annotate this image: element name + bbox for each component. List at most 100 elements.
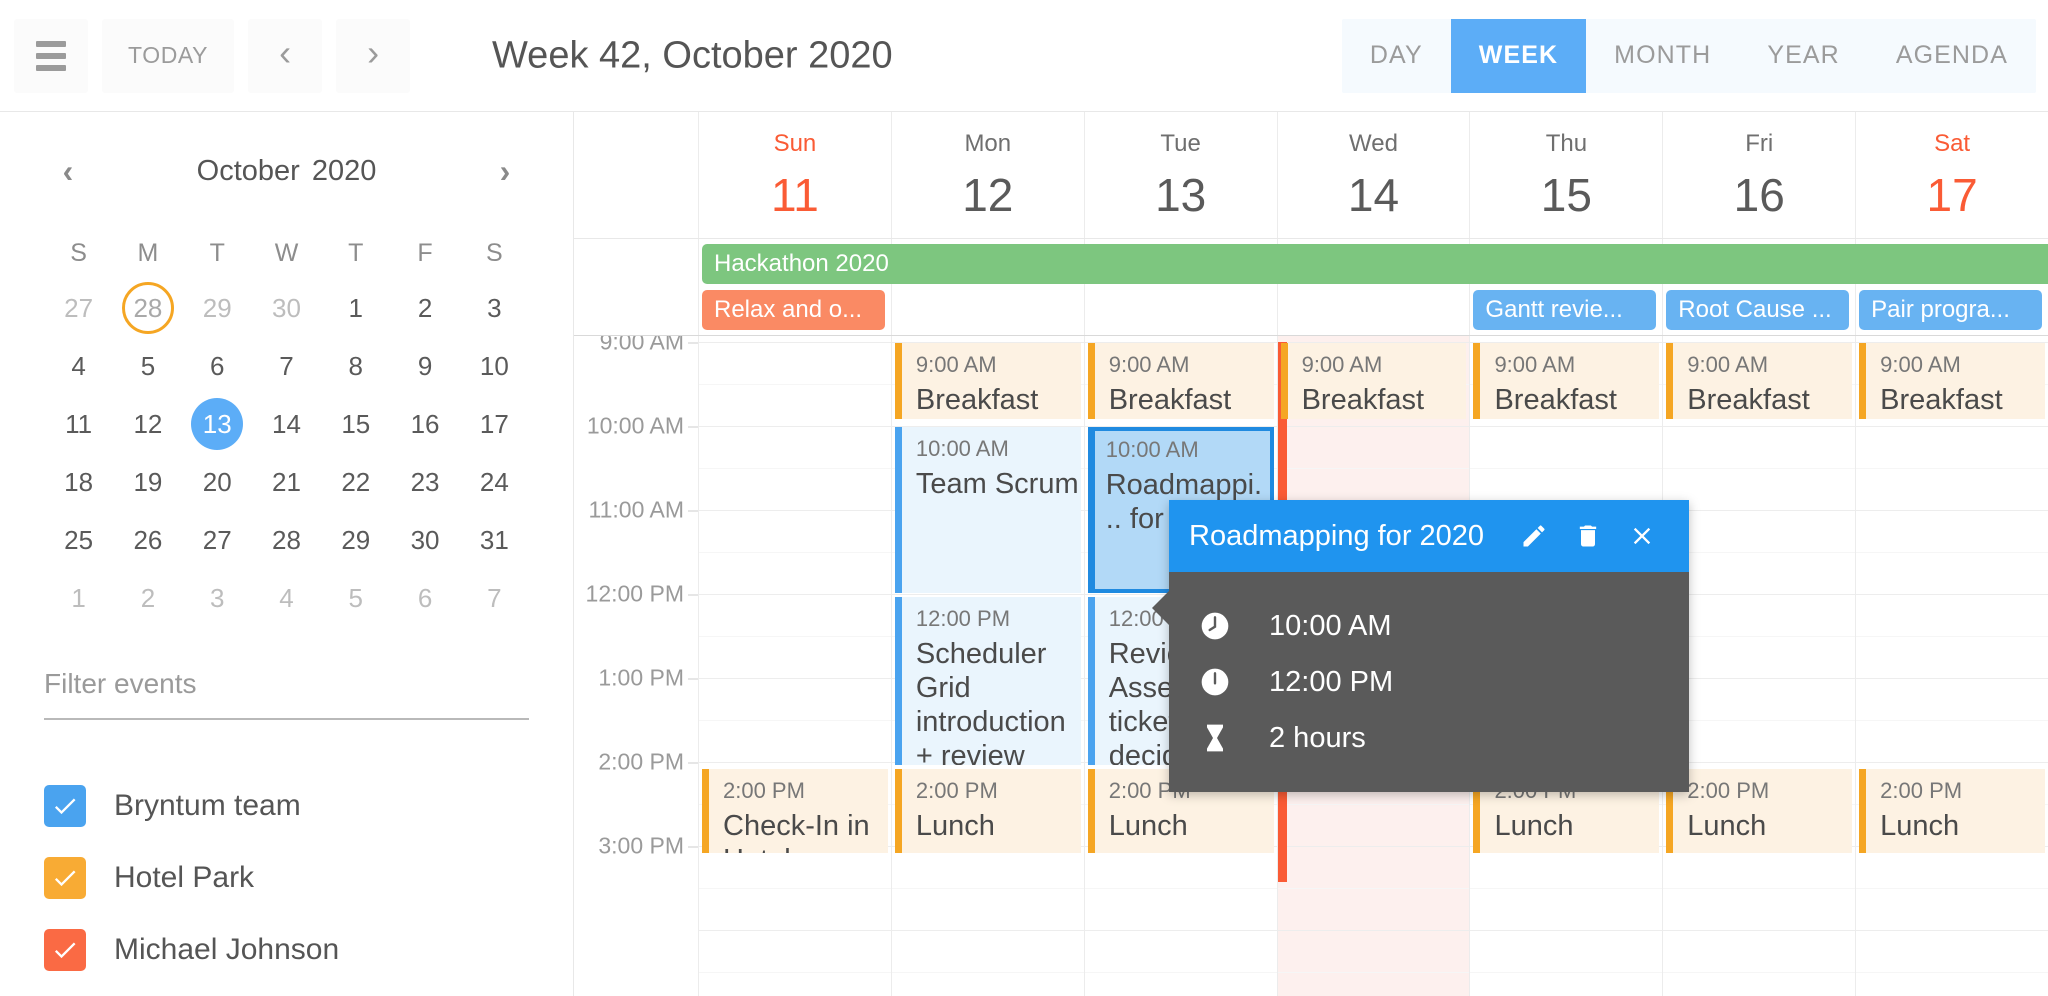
all-day-event[interactable]: Gantt revie... — [1473, 290, 1657, 330]
close-popup-button[interactable] — [1615, 509, 1669, 563]
calendar-event[interactable]: 9:00 AM Breakfast — [894, 343, 1081, 419]
calendar-event[interactable]: 2:00 PM Lunch — [1859, 769, 2046, 853]
calendar-event[interactable]: 9:00 AM Breakfast — [1087, 343, 1274, 419]
calendar-event[interactable]: 9:00 AM Breakfast — [1859, 343, 2046, 419]
mini-calendar-day-number: 26 — [133, 524, 163, 555]
mini-calendar-day[interactable]: 31 — [460, 514, 529, 566]
view-button-day[interactable]: DAY — [1341, 18, 1451, 93]
mini-calendar-day[interactable]: 28 — [113, 282, 182, 334]
calendar-event[interactable]: 9:00 AM Breakfast — [1666, 343, 1853, 419]
day-header-tue[interactable]: Tue 13 — [1083, 112, 1277, 238]
day-column-fri[interactable]: 9:00 AM Breakfast 2:00 PM Lunch — [1662, 336, 1856, 996]
calendar-event[interactable]: 2:00 PM Lunch — [894, 769, 1081, 853]
half-hour-gridline — [1277, 468, 1470, 469]
mini-calendar-day[interactable]: 26 — [113, 514, 182, 566]
prev-period-button[interactable]: ‹ — [248, 18, 323, 93]
calendar-event[interactable]: 12:00 PM Scheduler Grid introduction + re… — [894, 597, 1081, 765]
calendar-event[interactable]: 9:00 AM Breakfast — [1280, 343, 1467, 419]
day-header-wed[interactable]: Wed 14 — [1276, 112, 1470, 238]
filter-item[interactable]: Bryntum team — [44, 770, 529, 842]
mini-calendar-day[interactable]: 22 — [321, 456, 390, 508]
calendar-event[interactable]: 2:00 PM Check-In in Hotel — [702, 769, 888, 853]
mini-calendar-day[interactable]: 7 — [252, 340, 321, 392]
day-header-thu[interactable]: Thu 15 — [1469, 112, 1662, 238]
mini-calendar-day[interactable]: 21 — [252, 456, 321, 508]
mini-calendar-year: 2020 — [311, 154, 377, 187]
mini-calendar-day[interactable]: 12 — [113, 398, 182, 450]
mini-calendar-next-button[interactable]: › — [481, 147, 529, 195]
day-column-mon[interactable]: 9:00 AM Breakfast 10:00 AM Team Scrum 12:00 … — [890, 336, 1084, 996]
mini-calendar-day[interactable]: 2 — [390, 282, 459, 334]
event-popup[interactable]: Roadmapping for 2020 10:00 AM 12:00 PM 2 h… — [1152, 500, 1689, 792]
view-button-year[interactable]: YEAR — [1739, 18, 1868, 93]
mini-calendar-day[interactable]: 29 — [321, 514, 390, 566]
half-hour-gridline — [699, 468, 891, 469]
mini-calendar-day[interactable]: 4 — [252, 572, 321, 624]
mini-calendar-day[interactable]: 27 — [44, 282, 113, 334]
mini-calendar-day[interactable]: 24 — [460, 456, 529, 508]
filter-checkbox[interactable] — [44, 857, 86, 899]
view-button-week[interactable]: WEEK — [1450, 18, 1587, 93]
mini-calendar-day[interactable]: 1 — [321, 282, 390, 334]
day-header-sat[interactable]: Sat 17 — [1855, 112, 2048, 238]
view-button-agenda[interactable]: AGENDA — [1867, 18, 2036, 93]
all-day-event[interactable]: Hackathon 2020 — [702, 244, 2048, 284]
mini-calendar-day[interactable]: 7 — [460, 572, 529, 624]
mini-calendar-day[interactable]: 10 — [460, 340, 529, 392]
mini-calendar-day-number: 2 — [140, 582, 156, 613]
mini-calendar-day[interactable]: 15 — [321, 398, 390, 450]
mini-calendar-day[interactable]: 28 — [252, 514, 321, 566]
all-day-event[interactable]: Pair progra... — [1859, 290, 2042, 330]
filter-item[interactable]: Michael Johnson — [44, 914, 529, 986]
delete-event-button[interactable] — [1561, 509, 1615, 563]
day-header-mon[interactable]: Mon 12 — [890, 112, 1084, 238]
view-button-month[interactable]: MONTH — [1586, 18, 1740, 93]
mini-calendar-day[interactable]: 29 — [183, 282, 252, 334]
mini-calendar-day[interactable]: 8 — [321, 340, 390, 392]
next-period-button[interactable]: › — [336, 18, 411, 93]
mini-calendar-day[interactable]: 11 — [44, 398, 113, 450]
half-hour-gridline — [699, 552, 891, 553]
all-day-event[interactable]: Relax and o... — [702, 290, 885, 330]
mini-calendar-day[interactable]: 9 — [390, 340, 459, 392]
mini-calendar-day[interactable]: 27 — [183, 514, 252, 566]
calendar-event[interactable]: 9:00 AM Breakfast — [1473, 343, 1660, 419]
mini-calendar-day[interactable]: 16 — [390, 398, 459, 450]
calendar-event[interactable]: 10:00 AM Team Scrum — [894, 427, 1081, 593]
mini-calendar-day[interactable]: 3 — [183, 572, 252, 624]
hour-gridline — [1663, 762, 1856, 763]
mini-calendar-day[interactable]: 5 — [113, 340, 182, 392]
mini-calendar-day[interactable]: 30 — [390, 514, 459, 566]
mini-calendar-day-number: 27 — [64, 292, 94, 323]
mini-calendar-day[interactable]: 6 — [390, 572, 459, 624]
mini-calendar-day[interactable]: 3 — [460, 282, 529, 334]
day-header-sun[interactable]: Sun 11 — [698, 112, 891, 238]
mini-calendar-day[interactable]: 23 — [390, 456, 459, 508]
mini-calendar-prev-button[interactable]: ‹ — [44, 147, 92, 195]
all-day-events: Hackathon 2020 Relax and o... Gantt revie.… — [698, 239, 2048, 335]
filter-item[interactable]: Hotel Park — [44, 842, 529, 914]
filter-checkbox[interactable] — [44, 785, 86, 827]
mini-calendar-day[interactable]: 1 — [44, 572, 113, 624]
mini-calendar-day[interactable]: 13 — [183, 398, 252, 450]
filter-checkbox[interactable] — [44, 929, 86, 971]
mini-calendar-day[interactable]: 30 — [252, 282, 321, 334]
all-day-event[interactable]: Root Cause ... — [1666, 290, 1850, 330]
today-button[interactable]: TODAY — [102, 18, 235, 93]
mini-calendar-day[interactable]: 4 — [44, 340, 113, 392]
day-column-sat[interactable]: 9:00 AM Breakfast 2:00 PM Lunch — [1855, 336, 2048, 996]
mini-calendar-day[interactable]: 2 — [113, 572, 182, 624]
mini-calendar-day[interactable]: 18 — [44, 456, 113, 508]
mini-calendar-day[interactable]: 17 — [460, 398, 529, 450]
day-header-fri[interactable]: Fri 16 — [1662, 112, 1855, 238]
mini-calendar-day[interactable]: 6 — [183, 340, 252, 392]
menu-toggle-button[interactable] — [14, 18, 88, 93]
mini-calendar-day[interactable]: 5 — [321, 572, 390, 624]
mini-calendar-day[interactable]: 25 — [44, 514, 113, 566]
mini-calendar-day[interactable]: 14 — [252, 398, 321, 450]
day-column-sun[interactable]: 2:00 PM Check-In in Hotel — [698, 336, 891, 996]
calendar-event[interactable]: 2:00 PM Lunch — [1666, 769, 1853, 853]
mini-calendar-day[interactable]: 19 — [113, 456, 182, 508]
mini-calendar-day[interactable]: 20 — [183, 456, 252, 508]
edit-event-button[interactable] — [1507, 509, 1561, 563]
